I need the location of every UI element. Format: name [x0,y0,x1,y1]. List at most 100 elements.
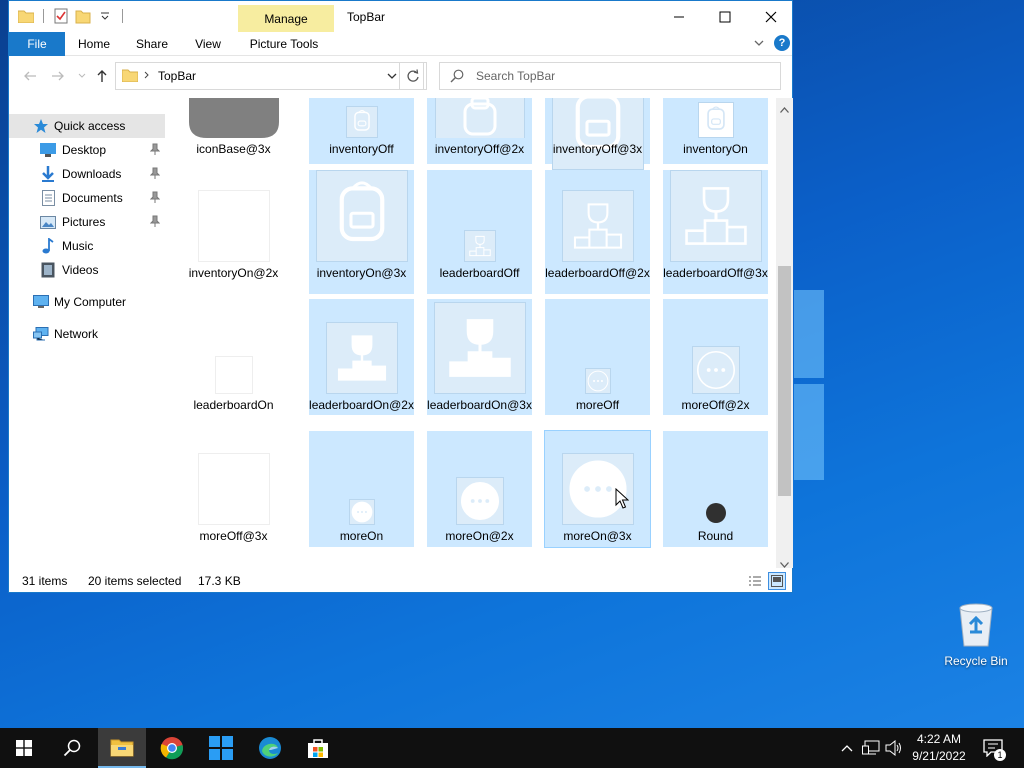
file-item[interactable]: inventoryOn [663,98,768,164]
properties-icon[interactable] [52,7,70,25]
file-item[interactable]: inventoryOff@3x [545,98,650,170]
back-button[interactable] [19,68,41,84]
file-thumbnail [455,477,504,525]
file-item[interactable]: leaderboardOn@3x [427,299,532,415]
network-tray-button[interactable] [860,728,882,768]
taskbar-windows-app[interactable] [197,728,245,768]
file-item[interactable]: inventoryOn@3x [309,170,414,294]
desktop-icon [40,142,56,158]
file-item[interactable]: leaderboardOn@2x [309,299,414,415]
new-folder-icon[interactable] [74,7,92,25]
show-hidden-icons-button[interactable] [836,728,858,768]
details-view-icon [749,576,761,586]
scrollbar-thumb[interactable] [778,266,791,496]
manage-tab[interactable]: Manage [238,5,334,32]
file-item[interactable]: Round [663,431,768,547]
search-box[interactable] [439,62,781,90]
nav-quick-access[interactable]: Quick access [9,114,165,138]
tab-share[interactable]: Share [127,32,177,56]
tab-file[interactable]: File [9,32,65,56]
quick-access-toolbar [17,7,127,25]
taskbar-store[interactable] [294,728,342,768]
nav-videos[interactable]: Videos [9,258,165,282]
nav-network[interactable]: Network [9,322,165,346]
file-item[interactable]: inventoryOn@2x [181,170,286,294]
file-thumbnail [214,356,253,394]
nav-downloads[interactable]: Downloads [9,162,165,186]
nav-music[interactable]: Music [9,234,165,258]
search-button[interactable] [48,728,96,768]
file-item[interactable]: leaderboardOff [427,170,532,294]
file-item[interactable]: iconBase@3x [181,98,286,164]
help-button[interactable]: ? [774,35,790,51]
start-button[interactable] [0,728,48,768]
file-name: leaderboardOn@3x [427,398,532,412]
file-item[interactable]: leaderboardOff@2x [545,170,650,294]
download-arrow-icon [40,166,56,182]
expand-ribbon-icon[interactable] [753,37,765,52]
file-item[interactable]: moreOff@2x [663,299,768,415]
action-center-button[interactable]: 1 [980,728,1006,768]
file-thumbnail [669,170,762,262]
close-icon [765,11,777,22]
large-icons-view-button[interactable] [768,572,786,590]
taskbar-file-explorer[interactable] [98,728,146,768]
up-button[interactable] [91,68,113,84]
close-button[interactable] [748,1,794,32]
title-bar: Manage TopBar [9,1,792,32]
scroll-up-icon[interactable] [780,102,789,116]
maximize-button[interactable] [702,1,748,32]
file-name: moreOn@2x [445,529,514,543]
file-name: leaderboardOff@3x [663,266,768,280]
refresh-icon [407,69,419,82]
refresh-button[interactable] [399,62,427,90]
file-item[interactable]: moreOff [545,299,650,415]
pin-icon [149,167,161,182]
navigation-pane: Quick access Desktop Downloads Documents [9,98,173,568]
tab-home[interactable]: Home [69,32,119,56]
folder-icon [17,7,35,25]
customize-qat-icon[interactable] [96,7,114,25]
taskbar-chrome[interactable] [148,728,196,768]
vertical-scrollbar[interactable] [776,98,793,568]
file-item[interactable]: moreOn@2x [427,431,532,547]
file-item[interactable]: moreOn@3x [544,430,651,548]
file-item[interactable]: moreOn [309,431,414,547]
nav-pictures[interactable]: Pictures [9,210,165,234]
minimize-button[interactable] [656,1,702,32]
details-view-button[interactable] [746,572,764,590]
nav-label: Music [62,239,94,253]
file-thumbnail [325,322,398,394]
selection-size: 17.3 KB [198,574,241,588]
file-item[interactable]: moreOff@3x [181,431,286,547]
ribbon-tabs: File Home Share View Picture Tools ? [9,32,792,56]
breadcrumb[interactable]: TopBar [158,69,196,83]
nav-desktop[interactable]: Desktop [9,138,165,162]
file-name: inventoryOff@2x [434,142,525,156]
file-item[interactable]: inventoryOff@2x [427,98,532,164]
tab-view[interactable]: View [185,32,231,56]
tab-picture-tools[interactable]: Picture Tools [243,32,325,56]
file-item[interactable]: inventoryOff [309,98,414,164]
taskbar-clock[interactable]: 4:22 AM 9/21/2022 [906,731,972,765]
nav-my-computer[interactable]: My Computer [9,290,165,314]
pin-icon [149,143,161,158]
file-thumbnail [704,501,728,525]
search-input[interactable] [476,69,756,83]
file-item[interactable]: leaderboardOn [181,299,286,415]
forward-button[interactable] [47,68,69,84]
nav-documents[interactable]: Documents [9,186,165,210]
folder-icon [121,68,139,85]
store-bag-icon [308,739,328,758]
file-item[interactable]: leaderboardOff@3x [663,170,768,294]
volume-tray-button[interactable] [883,728,905,768]
recycle-bin[interactable]: Recycle Bin [940,602,1012,668]
network-wired-icon [862,740,880,755]
address-field[interactable]: TopBar [115,62,424,90]
recent-locations-button[interactable] [71,68,93,84]
taskbar-edge[interactable] [246,728,294,768]
address-dropdown-icon[interactable] [387,70,397,84]
address-bar-row: TopBar [9,56,792,96]
file-name: moreOff [575,398,620,412]
file-name: inventoryOn@2x [188,266,279,280]
